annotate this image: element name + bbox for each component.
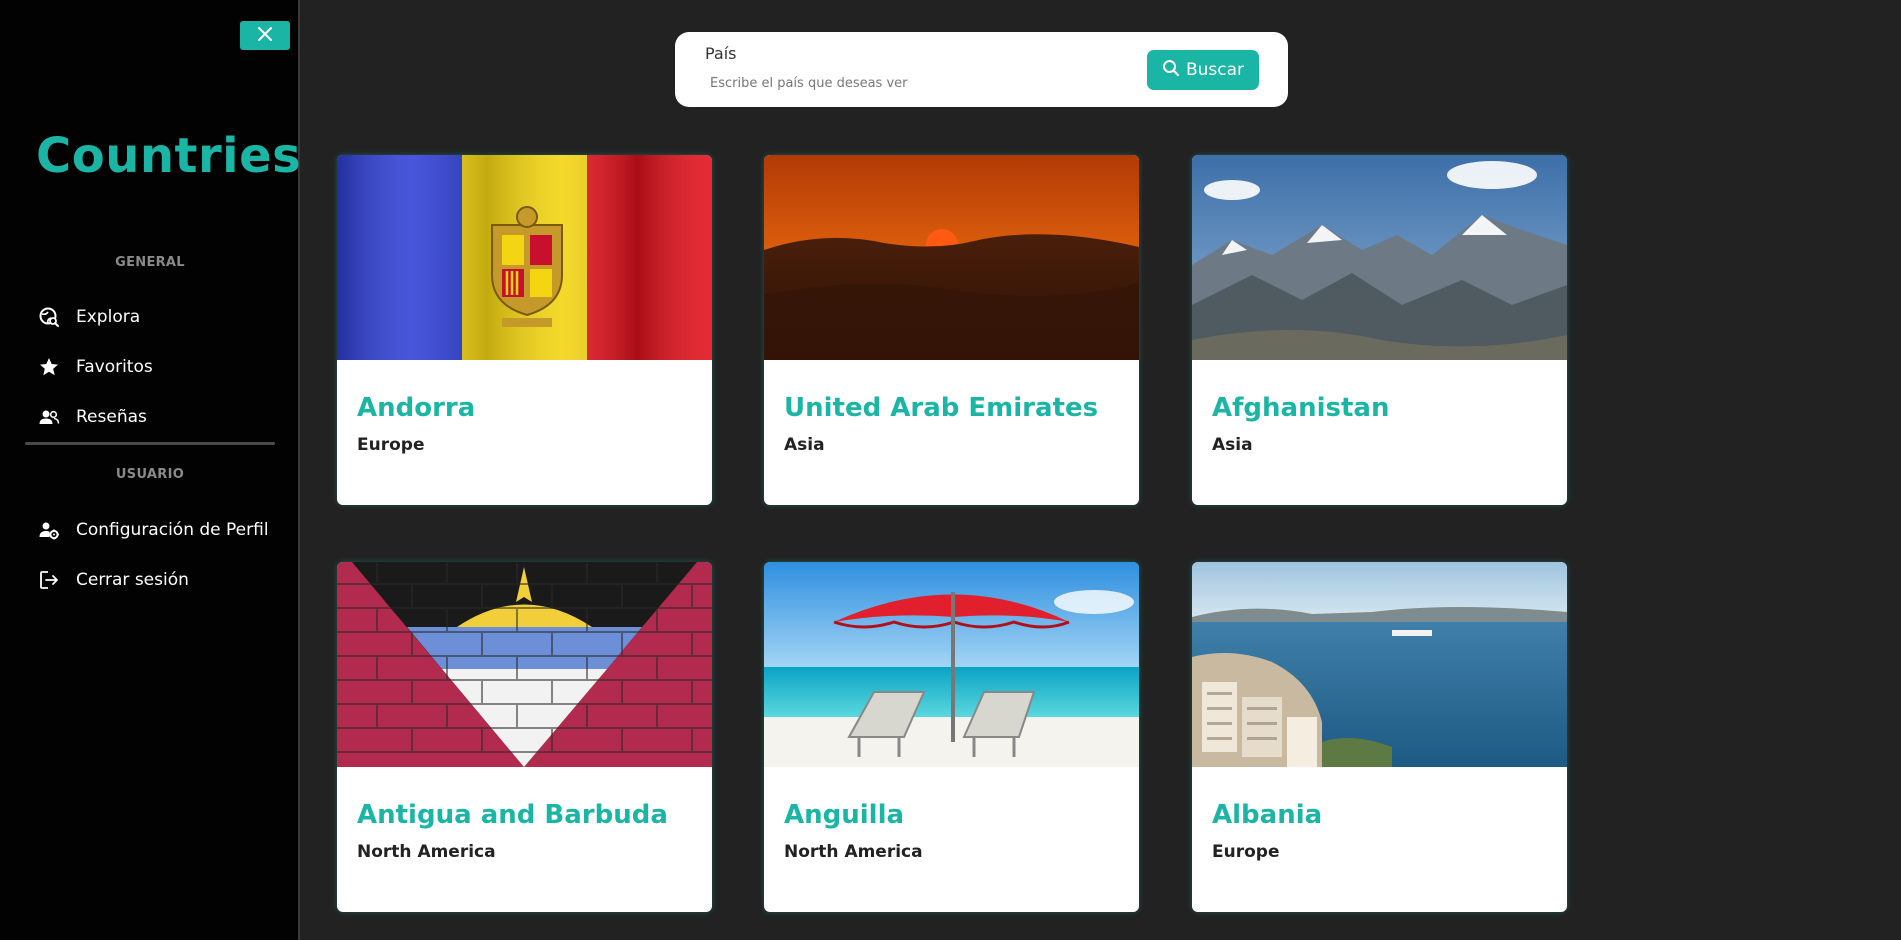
sidebar-item-explora[interactable]: Explora — [38, 302, 140, 332]
country-name: Anguilla — [784, 800, 905, 830]
mountains-image — [1192, 155, 1567, 360]
country-card-albania[interactable]: Albania Europe — [1192, 562, 1567, 912]
sidebar-item-configuracion-perfil[interactable]: Configuración de Perfil — [38, 515, 269, 545]
section-label-general: GENERAL — [115, 255, 185, 270]
explore-globe-icon — [38, 306, 60, 328]
star-icon — [38, 356, 60, 378]
close-icon — [257, 26, 273, 46]
country-card-afghanistan[interactable]: Afghanistan Asia — [1192, 155, 1567, 505]
search-button[interactable]: Buscar — [1147, 50, 1259, 90]
search-input[interactable] — [705, 70, 1105, 96]
sidebar-item-resenas[interactable]: Reseñas — [38, 402, 147, 432]
country-region: Asia — [1212, 435, 1253, 455]
sidebar-item-label: Reseñas — [76, 407, 147, 427]
sidebar-item-cerrar-sesion[interactable]: Cerrar sesión — [38, 565, 189, 595]
country-name: Albania — [1212, 800, 1323, 830]
user-settings-icon — [38, 519, 60, 541]
desert-sunset-image — [764, 155, 1139, 360]
sidebar: Countries GENERAL Explora Favoritos Rese… — [0, 0, 302, 940]
sidebar-item-favoritos[interactable]: Favoritos — [38, 352, 153, 382]
search-icon — [1162, 59, 1180, 82]
search-box: País Buscar — [675, 32, 1288, 107]
country-name: Andorra — [357, 393, 476, 423]
country-name: Afghanistan — [1212, 393, 1390, 423]
andorra-flag-image — [337, 155, 712, 360]
sidebar-item-label: Favoritos — [76, 357, 153, 377]
logout-icon — [38, 569, 60, 591]
sidebar-item-label: Configuración de Perfil — [76, 520, 269, 540]
sidebar-item-label: Explora — [76, 307, 141, 327]
country-region: Europe — [1212, 842, 1280, 862]
country-region: North America — [357, 842, 496, 862]
country-region: Europe — [357, 435, 425, 455]
sidebar-item-label: Cerrar sesión — [76, 570, 189, 590]
close-sidebar-button[interactable] — [240, 21, 290, 50]
coastal-city-image — [1192, 562, 1567, 767]
country-card-antigua-and-barbuda[interactable]: Antigua and Barbuda North America — [337, 562, 712, 912]
country-name: United Arab Emirates — [784, 393, 1099, 423]
antigua-flag-wall-image — [337, 562, 712, 767]
country-name: Antigua and Barbuda — [357, 800, 668, 830]
country-region: Asia — [784, 435, 825, 455]
app-brand-title: Countries — [36, 128, 302, 184]
country-card-anguilla[interactable]: Anguilla North America — [764, 562, 1139, 912]
section-label-usuario: USUARIO — [115, 467, 185, 482]
beach-umbrella-image — [764, 562, 1139, 767]
users-icon — [38, 406, 60, 428]
country-card-andorra[interactable]: Andorra Europe — [337, 155, 712, 505]
search-button-label: Buscar — [1185, 60, 1245, 80]
search-label: País — [705, 44, 737, 63]
country-region: North America — [784, 842, 923, 862]
country-card-united-arab-emirates[interactable]: United Arab Emirates Asia — [764, 155, 1139, 505]
sidebar-divider — [25, 442, 275, 445]
